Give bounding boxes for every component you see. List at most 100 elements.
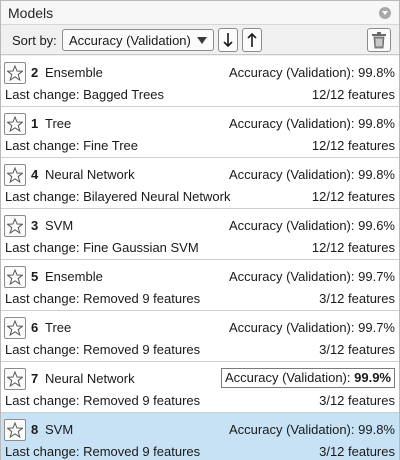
favorite-star-button[interactable] — [4, 113, 26, 135]
model-card[interactable]: 4 Neural Network Accuracy (Validation): 99… — [1, 158, 399, 209]
last-change-text: Last change: Fine Tree — [5, 138, 138, 153]
chevron-down-icon — [197, 37, 207, 44]
last-change-value: Bagged Trees — [83, 87, 165, 102]
model-number: 1 — [31, 116, 39, 131]
star-icon — [7, 116, 23, 132]
last-change-value: Fine Tree — [83, 138, 138, 153]
last-change-value: Bilayered Neural Network — [83, 189, 231, 204]
model-card[interactable]: 6 Tree Accuracy (Validation): 99.7% Last ch… — [1, 311, 399, 362]
last-change-text: Last change: Bagged Trees — [5, 87, 164, 102]
model-type: Ensemble — [45, 65, 103, 80]
model-number: 6 — [31, 320, 39, 335]
metric-text: Accuracy (Validation): 99.7% — [229, 320, 395, 335]
metric-label: Accuracy (Validation): — [229, 65, 355, 80]
model-type: Tree — [45, 116, 72, 131]
metric-value: 99.8% — [358, 167, 395, 182]
feature-count: 3/12 features — [319, 342, 395, 357]
metric-text: Accuracy (Validation): 99.8% — [229, 65, 395, 80]
last-change-label: Last change: — [5, 342, 80, 357]
feature-count: 12/12 features — [311, 138, 395, 153]
last-change-label: Last change: — [5, 393, 80, 408]
last-change-label: Last change: — [5, 138, 80, 153]
feature-count: 12/12 features — [311, 189, 395, 204]
model-card[interactable]: 7 Neural Network Accuracy (Validation): 99… — [1, 362, 399, 413]
model-card[interactable]: 2 Ensemble Accuracy (Validation): 99.8% Las… — [1, 56, 399, 107]
metric-text: Accuracy (Validation): 99.7% — [229, 269, 395, 284]
last-change-text: Last change: Fine Gaussian SVM — [5, 240, 199, 255]
model-type: Neural Network — [45, 167, 135, 182]
sort-descending-button[interactable] — [242, 28, 262, 52]
metric-label: Accuracy (Validation): — [229, 320, 355, 335]
metric-label: Accuracy (Validation): — [229, 269, 355, 284]
last-change-value: Removed 9 features — [83, 393, 201, 408]
model-type: Ensemble — [45, 269, 103, 284]
last-change-label: Last change: — [5, 291, 80, 306]
favorite-star-button[interactable] — [4, 419, 26, 441]
model-type: Tree — [45, 320, 72, 335]
feature-count: 3/12 features — [319, 291, 395, 306]
metric-text: Accuracy (Validation): 99.6% — [229, 218, 395, 233]
favorite-star-button[interactable] — [4, 215, 26, 237]
metric-value: 99.6% — [358, 218, 395, 233]
sort-down-arrow-icon — [223, 33, 233, 48]
panel-titlebar: Models — [1, 1, 399, 25]
metric-text: Accuracy (Validation): 99.8% — [229, 422, 395, 437]
feature-count: 3/12 features — [319, 393, 395, 408]
best-metric-box: Accuracy (Validation): 99.9% — [221, 368, 395, 388]
models-panel: Models Sort by: Accuracy (Validation) 2 … — [0, 0, 400, 460]
last-change-text: Last change: Bilayered Neural Network — [5, 189, 230, 204]
model-card[interactable]: 3 SVM Accuracy (Validation): 99.6% Last cha… — [1, 209, 399, 260]
last-change-label: Last change: — [5, 444, 80, 459]
model-number: 7 — [31, 371, 39, 386]
last-change-text: Last change: Removed 9 features — [5, 393, 200, 408]
panel-title: Models — [8, 5, 54, 21]
star-icon — [7, 422, 23, 438]
sort-by-label: Sort by: — [12, 33, 57, 48]
model-card[interactable]: 5 Ensemble Accuracy (Validation): 99.7% Las… — [1, 260, 399, 311]
model-number: 8 — [31, 422, 39, 437]
star-icon — [7, 167, 23, 183]
feature-count: 12/12 features — [311, 240, 395, 255]
last-change-text: Last change: Removed 9 features — [5, 291, 200, 306]
model-card[interactable]: 8 SVM Accuracy (Validation): 99.8% Last cha… — [1, 413, 399, 460]
feature-count: 12/12 features — [311, 87, 395, 102]
favorite-star-button[interactable] — [4, 317, 26, 339]
last-change-value: Fine Gaussian SVM — [83, 240, 199, 255]
last-change-value: Removed 9 features — [83, 291, 201, 306]
metric-value: 99.9% — [354, 370, 391, 385]
metric-label: Accuracy (Validation): — [229, 422, 355, 437]
feature-count: 3/12 features — [319, 444, 395, 459]
delete-model-button[interactable] — [367, 28, 391, 52]
last-change-text: Last change: Removed 9 features — [5, 342, 200, 357]
model-type: Neural Network — [45, 371, 135, 386]
collapse-arrow-icon[interactable] — [379, 7, 391, 19]
last-change-label: Last change: — [5, 189, 80, 204]
metric-label: Accuracy (Validation): — [229, 116, 355, 131]
sort-up-arrow-icon — [247, 32, 257, 47]
metric-value: 99.7% — [358, 269, 395, 284]
last-change-value: Removed 9 features — [83, 342, 201, 357]
metric-value: 99.8% — [358, 422, 395, 437]
star-icon — [7, 218, 23, 234]
last-change-label: Last change: — [5, 87, 80, 102]
model-type: SVM — [45, 422, 74, 437]
metric-value: 99.8% — [358, 65, 395, 80]
sort-toolbar: Sort by: Accuracy (Validation) — [1, 25, 399, 55]
star-icon — [7, 269, 23, 285]
model-number: 2 — [31, 65, 39, 80]
sort-ascending-button[interactable] — [218, 28, 238, 52]
model-card[interactable]: 1 Tree Accuracy (Validation): 99.8% Last ch… — [1, 107, 399, 158]
sort-by-dropdown[interactable]: Accuracy (Validation) — [62, 29, 214, 51]
favorite-star-button[interactable] — [4, 164, 26, 186]
favorite-star-button[interactable] — [4, 62, 26, 84]
star-icon — [7, 65, 23, 81]
favorite-star-button[interactable] — [4, 368, 26, 390]
trash-icon — [372, 32, 386, 49]
favorite-star-button[interactable] — [4, 266, 26, 288]
metric-label: Accuracy (Validation): — [229, 167, 355, 182]
last-change-label: Last change: — [5, 240, 80, 255]
metric-text: Accuracy (Validation): 99.8% — [229, 167, 395, 182]
star-icon — [7, 371, 23, 387]
model-type: SVM — [45, 218, 74, 233]
metric-value: 99.8% — [358, 116, 395, 131]
